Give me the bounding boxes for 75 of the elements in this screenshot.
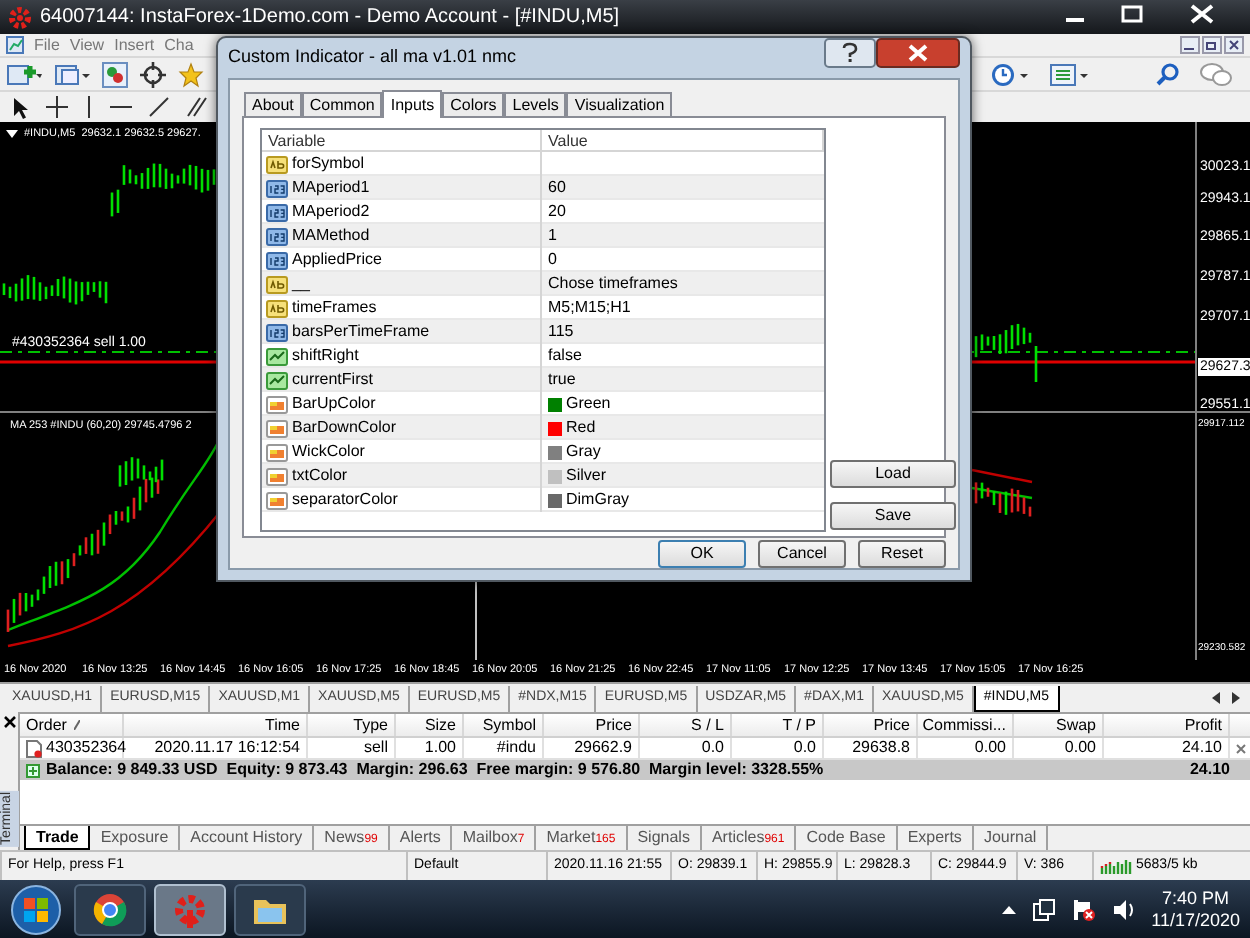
- variable-name[interactable]: forSymbol: [292, 152, 365, 176]
- variable-value[interactable]: 1: [548, 224, 557, 248]
- variable-name[interactable]: WickColor: [292, 440, 365, 464]
- column-header[interactable]: Swap: [1055, 713, 1096, 737]
- variable-value[interactable]: M5;M15;H1: [548, 296, 631, 320]
- dialog-tab[interactable]: Common: [301, 92, 383, 116]
- dialog-button[interactable]: Cancel: [758, 539, 846, 567]
- column-header[interactable]: Time: [265, 713, 300, 737]
- dialog-button[interactable]: OK: [658, 539, 746, 567]
- variable-value[interactable]: Silver: [566, 464, 607, 488]
- variable-value[interactable]: Red: [566, 416, 596, 440]
- variable-name[interactable]: txtColor: [292, 464, 348, 488]
- column-header[interactable]: T / P: [782, 713, 816, 737]
- variable-value[interactable]: true: [548, 368, 576, 392]
- table-cell: 0.0: [701, 736, 724, 760]
- dialog-button[interactable]: Reset: [858, 539, 946, 567]
- variable-value[interactable]: DimGray: [566, 488, 630, 512]
- column-header[interactable]: Symbol: [482, 713, 536, 737]
- clock-time[interactable]: 7:40 PM: [1162, 887, 1230, 909]
- table-cell: 2020.11.17 16:12:54: [154, 736, 300, 760]
- variable-value[interactable]: 115: [548, 320, 574, 344]
- variable-name[interactable]: MAperiod1: [292, 176, 370, 200]
- total-profit: 24.10: [1189, 758, 1230, 782]
- menu-item[interactable]: File: [34, 33, 60, 57]
- variable-name[interactable]: MAMethod: [292, 224, 370, 248]
- dialog-tab[interactable]: Visualization: [566, 92, 673, 116]
- variable-value[interactable]: 20: [548, 200, 566, 224]
- dialog-tab[interactable]: Colors: [442, 92, 505, 116]
- table-cell: 29662.9: [574, 736, 632, 760]
- variable-name[interactable]: MAperiod2: [292, 200, 370, 224]
- dialog-tab[interactable]: Levels: [504, 92, 567, 116]
- variable-name[interactable]: BarDownColor: [292, 416, 397, 440]
- column-header[interactable]: Size: [424, 713, 456, 737]
- variable-name[interactable]: BarUpColor: [292, 392, 376, 416]
- menu-item[interactable]: Cha: [164, 33, 194, 57]
- variable-name[interactable]: timeFrames: [292, 296, 377, 320]
- table-cell: 430352364: [46, 736, 127, 760]
- clock-date[interactable]: 11/17/2020: [1151, 909, 1240, 931]
- table-cell: 0.00: [1064, 736, 1096, 760]
- variable-value[interactable]: Chose timeframes: [548, 272, 678, 296]
- variable-value[interactable]: false: [548, 344, 582, 368]
- table-cell: #indu: [496, 736, 536, 760]
- variable-name[interactable]: barsPerTimeFrame: [292, 320, 430, 344]
- variable-value[interactable]: Green: [566, 392, 611, 416]
- variable-name[interactable]: AppliedPrice: [292, 248, 382, 272]
- column-header[interactable]: Price: [873, 713, 910, 737]
- variable-value[interactable]: 60: [548, 176, 566, 200]
- column-header[interactable]: Profit: [1184, 713, 1222, 737]
- column-header[interactable]: Commissi...: [922, 713, 1006, 737]
- window-title: 64007144: InstaForex-1Demo.com - Demo Account - [#INDU,M5]: [40, 4, 620, 32]
- variable-value[interactable]: Gray: [566, 440, 601, 464]
- terminal-tab[interactable]: Trade: [24, 826, 91, 850]
- variable-name[interactable]: __: [292, 272, 310, 296]
- column-header[interactable]: S / L: [691, 713, 724, 737]
- table-cell: 24.10: [1181, 736, 1222, 760]
- variable-name[interactable]: shiftRight: [292, 344, 359, 368]
- menu-item[interactable]: View: [69, 33, 105, 57]
- table-cell: sell: [363, 736, 388, 760]
- menu-item[interactable]: Insert: [114, 33, 155, 57]
- variable-name[interactable]: separatorColor: [292, 488, 398, 512]
- table-cell: 1.00: [424, 736, 456, 760]
- table-cell: 29638.8: [852, 736, 910, 760]
- table-cell: 0.0: [793, 736, 816, 760]
- variable-name[interactable]: currentFirst: [292, 368, 373, 392]
- dialog-tab[interactable]: Inputs: [382, 90, 443, 118]
- column-header[interactable]: Order: [26, 713, 67, 737]
- dialog-tab[interactable]: About: [244, 92, 302, 116]
- dialog-button[interactable]: Load: [830, 460, 956, 488]
- column-header[interactable]: Type: [353, 713, 388, 737]
- dialog-title: Custom Indicator - all ma v1.01 nmc: [228, 44, 517, 71]
- balance-summary: Balance: 9 849.33 USD Equity: 9 873.43 Margin: 296.63 Free margin: 9 576.80 Margin level: 3328.55%: [46, 758, 824, 782]
- table-cell: 0.00: [974, 736, 1006, 760]
- dialog-button[interactable]: Save: [830, 502, 956, 530]
- variable-value[interactable]: 0: [548, 248, 557, 272]
- column-header[interactable]: Price: [595, 713, 632, 737]
